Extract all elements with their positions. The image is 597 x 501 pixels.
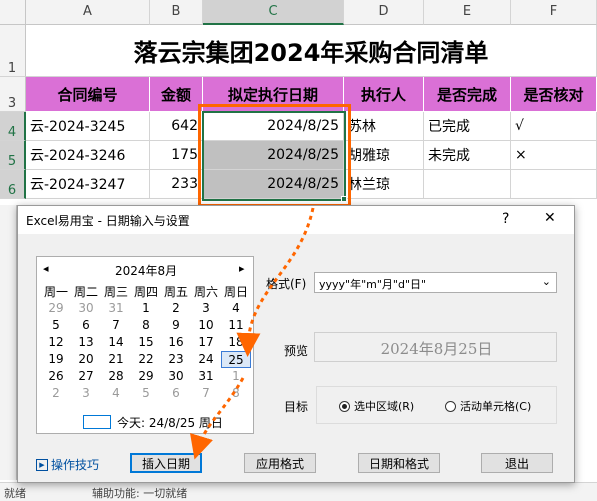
annotation-arrows bbox=[190, 207, 315, 460]
arrow-to-calendar bbox=[236, 207, 315, 357]
arrow-to-insert-button bbox=[190, 377, 245, 460]
